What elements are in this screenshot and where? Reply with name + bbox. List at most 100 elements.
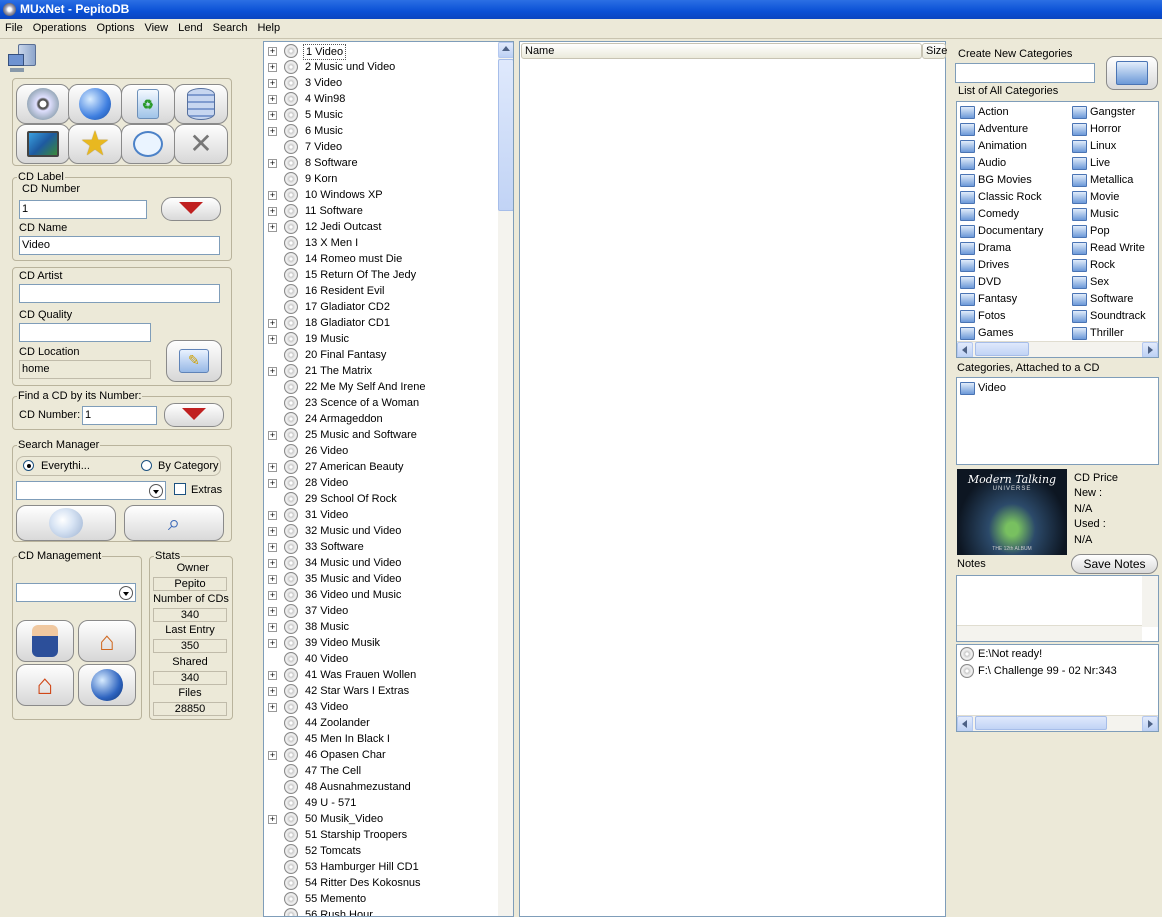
expand-icon[interactable]: +	[268, 207, 277, 216]
cd-number-go-button[interactable]	[161, 197, 221, 221]
tree-item[interactable]: +46 Opasen Char	[264, 747, 500, 763]
tree-item[interactable]: 52 Tomcats	[264, 843, 500, 859]
tree-item[interactable]: 16 Resident Evil	[264, 283, 500, 299]
scroll-up-button[interactable]	[498, 42, 513, 58]
expand-icon[interactable]: +	[268, 687, 277, 696]
tree-item[interactable]: 47 The Cell	[264, 763, 500, 779]
tree-item[interactable]: 9 Korn	[264, 171, 500, 187]
cd-management-combo[interactable]	[16, 583, 136, 602]
expand-icon[interactable]: +	[268, 671, 277, 680]
attached-categories-list[interactable]: Video	[956, 377, 1159, 465]
expand-icon[interactable]: +	[268, 63, 277, 72]
new-category-field[interactable]	[955, 63, 1095, 83]
extras-checkbox[interactable]	[174, 483, 186, 495]
expand-icon[interactable]: +	[268, 191, 277, 200]
chat-button[interactable]	[121, 124, 175, 164]
expand-icon[interactable]: +	[268, 559, 277, 568]
tree-item[interactable]: 7 Video	[264, 139, 500, 155]
expand-icon[interactable]: +	[268, 703, 277, 712]
search-go-button[interactable]: ⌕	[124, 505, 224, 541]
radio-by-category[interactable]	[141, 460, 152, 471]
tree-item[interactable]: +31 Video	[264, 507, 500, 523]
tree-item[interactable]: +25 Music and Software	[264, 427, 500, 443]
notes-textarea[interactable]	[956, 575, 1159, 642]
tree-item[interactable]: +27 American Beauty	[264, 459, 500, 475]
scroll-left-button[interactable]	[957, 342, 973, 357]
expand-icon[interactable]: +	[268, 511, 277, 520]
tree-item[interactable]: 26 Video	[264, 443, 500, 459]
expand-icon[interactable]: +	[268, 479, 277, 488]
cd-button[interactable]	[16, 84, 70, 124]
tree-item[interactable]: 17 Gladiator CD2	[264, 299, 500, 315]
menu-help[interactable]: Help	[252, 19, 285, 38]
tree-item[interactable]: +12 Jedi Outcast	[264, 219, 500, 235]
drives-horizontal-scrollbar[interactable]	[957, 715, 1158, 731]
menu-operations[interactable]: Operations	[28, 19, 92, 38]
expand-icon[interactable]: +	[268, 751, 277, 760]
tree-item[interactable]: +33 Software	[264, 539, 500, 555]
tree-item[interactable]: 14 Romeo must Die	[264, 251, 500, 267]
save-notes-button[interactable]: Save Notes	[1071, 554, 1158, 574]
tree-vertical-scrollbar[interactable]	[498, 42, 513, 916]
expand-icon[interactable]: +	[268, 319, 277, 328]
menu-file[interactable]: File	[0, 19, 28, 38]
tree-item[interactable]: +28 Video	[264, 475, 500, 491]
expand-icon[interactable]: +	[268, 815, 277, 824]
expand-icon[interactable]: +	[268, 639, 277, 648]
find-cd-number-field[interactable]: 1	[82, 406, 157, 425]
scroll-right-button[interactable]	[1142, 716, 1158, 731]
tree-item[interactable]: +50 Musik_Video	[264, 811, 500, 827]
expand-icon[interactable]: +	[268, 575, 277, 584]
tree-item[interactable]: 56 Rush Hour	[264, 907, 500, 916]
scroll-left-button[interactable]	[957, 716, 973, 731]
recycle-button[interactable]: ♻	[121, 84, 175, 124]
expand-icon[interactable]: +	[268, 367, 277, 376]
cd-name-field[interactable]: Video	[19, 236, 220, 255]
tree-item[interactable]: +42 Star Wars I Extras	[264, 683, 500, 699]
tree-item[interactable]: 24 Armageddon	[264, 411, 500, 427]
lend-to-user-button[interactable]	[16, 620, 74, 662]
tree-item[interactable]: +21 The Matrix	[264, 363, 500, 379]
expand-icon[interactable]: +	[268, 111, 277, 120]
expand-icon[interactable]: +	[268, 607, 277, 616]
expand-icon[interactable]: +	[268, 335, 277, 344]
tree-item[interactable]: +36 Video und Music	[264, 587, 500, 603]
tree-item[interactable]: +5 Music	[264, 107, 500, 123]
scroll-thumb[interactable]	[975, 716, 1107, 730]
expand-icon[interactable]: +	[268, 431, 277, 440]
column-header-name[interactable]: Name	[521, 43, 922, 59]
cd-number-field[interactable]: 1	[19, 200, 147, 219]
tree-item[interactable]: 15 Return Of The Jedy	[264, 267, 500, 283]
expand-icon[interactable]: +	[268, 47, 277, 56]
tree-item[interactable]: +1 Video	[264, 43, 500, 60]
tree-item[interactable]: 44 Zoolander	[264, 715, 500, 731]
tree-item[interactable]: +38 Music	[264, 619, 500, 635]
menu-lend[interactable]: Lend	[173, 19, 207, 38]
drives-list[interactable]: E:\Not ready! F:\ Challenge 99 - 02 Nr:34…	[956, 644, 1159, 732]
tree-item[interactable]: +43 Video	[264, 699, 500, 715]
chevron-down-icon[interactable]	[119, 586, 133, 600]
edit-cd-button[interactable]: ✎	[166, 340, 222, 382]
radio-everything[interactable]	[23, 460, 34, 471]
tree-item[interactable]: +8 Software	[264, 155, 500, 171]
screen-button[interactable]	[16, 124, 70, 164]
scroll-thumb[interactable]	[975, 342, 1029, 356]
tree-item[interactable]: 48 Ausnahmezustand	[264, 779, 500, 795]
categories-horizontal-scrollbar[interactable]	[957, 341, 1158, 357]
scroll-thumb[interactable]	[498, 59, 513, 211]
tree-item[interactable]: +34 Music und Video	[264, 555, 500, 571]
chevron-down-icon[interactable]	[149, 484, 163, 498]
tree-item[interactable]: +10 Windows XP	[264, 187, 500, 203]
file-list-view[interactable]: Name Size	[519, 41, 947, 917]
menu-view[interactable]: View	[139, 19, 173, 38]
favorites-button[interactable]: ★	[68, 124, 122, 164]
expand-icon[interactable]: +	[268, 543, 277, 552]
create-category-button[interactable]	[1106, 56, 1158, 90]
expand-icon[interactable]: +	[268, 463, 277, 472]
find-cd-go-button[interactable]	[164, 403, 224, 427]
tree-item[interactable]: 53 Hamburger Hill CD1	[264, 859, 500, 875]
scroll-right-button[interactable]	[1142, 342, 1158, 357]
tree-item[interactable]: 55 Memento	[264, 891, 500, 907]
home-add-button[interactable]: ⌂	[78, 620, 136, 662]
tree-item[interactable]: +39 Video Musik	[264, 635, 500, 651]
